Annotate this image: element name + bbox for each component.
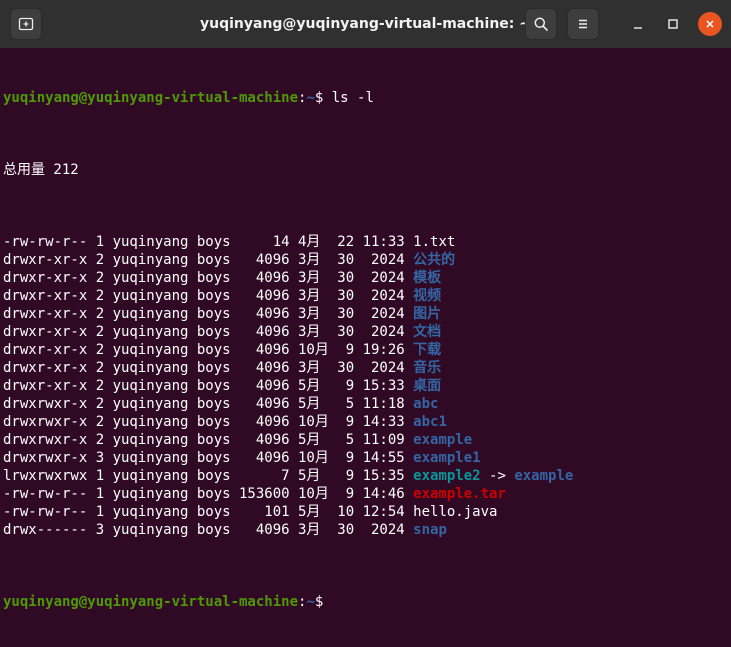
search-button[interactable] xyxy=(525,8,557,40)
command-line: yuqinyang@yuqinyang-virtual-machine:~$ l… xyxy=(3,89,731,107)
listing-row: drwxr-xr-x 2 yuqinyang boys 4096 3月 30 2… xyxy=(3,251,731,269)
minimize-icon xyxy=(632,15,644,34)
minimize-button[interactable] xyxy=(626,12,650,36)
prompt-dollar: $ xyxy=(314,594,324,610)
listing-row: drwxr-xr-x 2 yuqinyang boys 4096 5月 9 15… xyxy=(3,377,731,395)
file-meta: drwxr-xr-x 2 yuqinyang boys 4096 3月 30 2… xyxy=(3,306,414,322)
file-meta: drwxrwxr-x 2 yuqinyang boys 4096 5月 5 11… xyxy=(3,396,414,412)
file-meta: drwx------ 3 yuqinyang boys 4096 3月 30 2… xyxy=(3,522,414,538)
file-meta: drwxr-xr-x 2 yuqinyang boys 4096 3月 30 2… xyxy=(3,288,414,304)
terminal-window: yuqinyang@yuqinyang-virtual-machine: ~ y… xyxy=(0,0,731,610)
file-meta: -rw-rw-r-- 1 yuqinyang boys 101 5月 10 12… xyxy=(3,504,414,520)
listing-row: drwxr-xr-x 2 yuqinyang boys 4096 3月 30 2… xyxy=(3,323,731,341)
file-meta: drwxr-xr-x 2 yuqinyang boys 4096 3月 30 2… xyxy=(3,252,414,268)
file-name: example xyxy=(413,432,473,448)
terminal-output[interactable]: yuqinyang@yuqinyang-virtual-machine:~$ l… xyxy=(0,48,731,610)
close-icon xyxy=(704,15,716,34)
prompt-user-host: yuqinyang@yuqinyang-virtual-machine xyxy=(3,594,299,610)
file-meta: -rw-rw-r-- 1 yuqinyang boys 153600 10月 9… xyxy=(3,486,414,502)
maximize-button[interactable] xyxy=(661,12,685,36)
file-name: 公共的 xyxy=(413,252,456,268)
new-tab-icon xyxy=(18,16,34,32)
listing-row: drwxrwxr-x 3 yuqinyang boys 4096 10月 9 1… xyxy=(3,449,731,467)
prompt-separator: : xyxy=(298,594,307,610)
file-name: abc1 xyxy=(413,414,447,430)
close-button[interactable] xyxy=(698,12,722,36)
listing-row: drwxr-xr-x 2 yuqinyang boys 4096 3月 30 2… xyxy=(3,287,731,305)
file-name: example2 xyxy=(413,468,481,484)
window-title: yuqinyang@yuqinyang-virtual-machine: ~ xyxy=(199,16,531,32)
file-name: 下载 xyxy=(413,342,442,358)
file-name: snap xyxy=(413,522,447,538)
listing-row: drwx------ 3 yuqinyang boys 4096 3月 30 2… xyxy=(3,521,731,539)
new-tab-button[interactable] xyxy=(10,8,42,40)
file-meta: drwxrwxr-x 3 yuqinyang boys 4096 10月 9 1… xyxy=(3,450,414,466)
prompt-path: ~ xyxy=(306,594,315,610)
file-meta: -rw-rw-r-- 1 yuqinyang boys 14 4月 22 11:… xyxy=(3,234,414,250)
file-name: 模板 xyxy=(413,270,442,286)
menu-button[interactable] xyxy=(567,8,599,40)
prompt-line[interactable]: yuqinyang@yuqinyang-virtual-machine:~$ xyxy=(3,593,731,611)
maximize-icon xyxy=(667,15,679,34)
file-name: 图片 xyxy=(413,306,442,322)
search-icon xyxy=(533,16,549,32)
file-meta: drwxr-xr-x 2 yuqinyang boys 4096 5月 9 15… xyxy=(3,378,414,394)
listing-row: drwxrwxr-x 2 yuqinyang boys 4096 5月 5 11… xyxy=(3,431,731,449)
listing-row: drwxr-xr-x 2 yuqinyang boys 4096 3月 30 2… xyxy=(3,305,731,323)
file-meta: lrwxrwxrwx 1 yuqinyang boys 7 5月 9 15:35 xyxy=(3,468,414,484)
file-listing: -rw-rw-r-- 1 yuqinyang boys 14 4月 22 11:… xyxy=(3,233,731,539)
symlink-arrow: -> xyxy=(480,468,515,484)
total-line: 总用量 212 xyxy=(3,162,79,178)
listing-row: drwxr-xr-x 2 yuqinyang boys 4096 3月 30 2… xyxy=(3,269,731,287)
file-meta: drwxr-xr-x 2 yuqinyang boys 4096 3月 30 2… xyxy=(3,360,414,376)
file-meta: drwxr-xr-x 2 yuqinyang boys 4096 3月 30 2… xyxy=(3,324,414,340)
listing-row: drwxr-xr-x 2 yuqinyang boys 4096 10月 9 1… xyxy=(3,341,731,359)
listing-row: -rw-rw-r-- 1 yuqinyang boys 101 5月 10 12… xyxy=(3,503,731,521)
prompt-path: ~ xyxy=(306,90,315,106)
file-name: 1.txt xyxy=(413,234,456,250)
file-meta: drwxrwxr-x 2 yuqinyang boys 4096 10月 9 1… xyxy=(3,414,414,430)
file-name: 桌面 xyxy=(413,378,442,394)
hamburger-menu-icon xyxy=(575,16,591,32)
file-name: 音乐 xyxy=(413,360,442,376)
prompt-user-host: yuqinyang@yuqinyang-virtual-machine xyxy=(3,90,299,106)
file-meta: drwxrwxr-x 2 yuqinyang boys 4096 5月 5 11… xyxy=(3,432,414,448)
command-text: ls -l xyxy=(323,90,374,106)
file-meta: drwxr-xr-x 2 yuqinyang boys 4096 10月 9 1… xyxy=(3,342,414,358)
listing-row: drwxr-xr-x 2 yuqinyang boys 4096 3月 30 2… xyxy=(3,359,731,377)
file-name: example.tar xyxy=(413,486,506,502)
file-name: example1 xyxy=(413,450,481,466)
file-name: 文档 xyxy=(413,324,442,340)
listing-row: drwxrwxr-x 2 yuqinyang boys 4096 10月 9 1… xyxy=(3,413,731,431)
file-meta: drwxr-xr-x 2 yuqinyang boys 4096 3月 30 2… xyxy=(3,270,414,286)
symlink-target: example xyxy=(514,468,574,484)
listing-row: lrwxrwxrwx 1 yuqinyang boys 7 5月 9 15:35… xyxy=(3,467,731,485)
listing-row: -rw-rw-r-- 1 yuqinyang boys 153600 10月 9… xyxy=(3,485,731,503)
file-name: 视频 xyxy=(413,288,442,304)
listing-row: -rw-rw-r-- 1 yuqinyang boys 14 4月 22 11:… xyxy=(3,233,731,251)
file-name: hello.java xyxy=(413,504,498,520)
file-name: abc xyxy=(413,396,439,412)
listing-row: drwxrwxr-x 2 yuqinyang boys 4096 5月 5 11… xyxy=(3,395,731,413)
title-bar[interactable]: yuqinyang@yuqinyang-virtual-machine: ~ xyxy=(0,0,731,48)
